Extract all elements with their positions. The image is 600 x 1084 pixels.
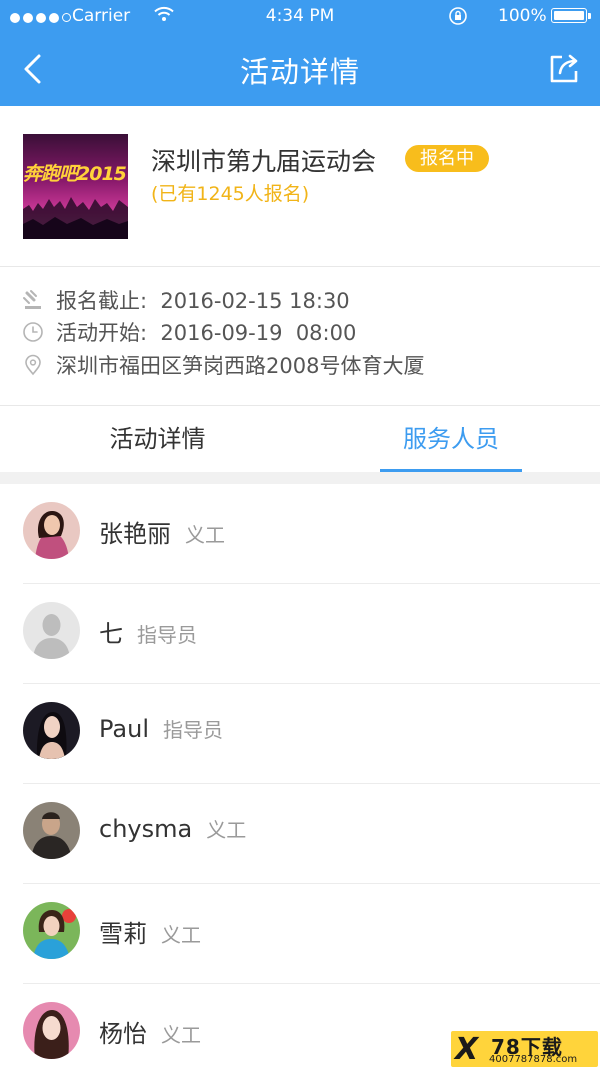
address-text: 深圳市福田区笋岗西路2008号体育大厦	[56, 354, 425, 378]
tab-bar: 活动详情 服务人员	[0, 406, 600, 472]
orientation-lock-icon	[448, 6, 468, 31]
section-divider	[0, 472, 600, 484]
staff-name: 七指导员	[99, 614, 197, 649]
staff-list: 张艳丽 义工 七指导员 Paul 指导员 chysma 义工 雪莉 义工 杨怡 …	[0, 484, 600, 1084]
share-button[interactable]	[544, 48, 584, 88]
start-time-row: 活动开始: 2016-09-19 08:00	[22, 317, 356, 347]
staff-name-text: 张艳丽	[99, 520, 171, 548]
staff-name-text: 杨怡	[99, 1020, 147, 1048]
battery-icon	[551, 8, 591, 23]
avatar	[23, 502, 80, 559]
avatar	[23, 1002, 80, 1059]
share-icon	[550, 54, 578, 83]
staff-role: 义工	[161, 1023, 201, 1047]
avatar	[23, 902, 80, 959]
tab-service-staff[interactable]: 服务人员	[380, 406, 522, 472]
event-thumbnail: 奔跑吧2015	[23, 134, 128, 239]
deadline-row: 报名截止: 2016-02-15 18:30	[22, 285, 350, 315]
watermark-logo-icon: X	[455, 1032, 479, 1067]
event-title: 深圳市第九届运动会	[151, 147, 377, 176]
staff-item[interactable]: chysma 义工	[0, 784, 600, 884]
signup-count: (已有1245人报名)	[151, 183, 310, 205]
avatar	[23, 702, 80, 759]
staff-name-text: 七	[99, 620, 123, 648]
staff-name: Paul 指导员	[99, 714, 223, 743]
gavel-icon	[23, 290, 41, 309]
start-time-text: 活动开始: 2016-09-19 08:00	[56, 321, 357, 345]
staff-item[interactable]: 雪莉 义工	[0, 884, 600, 984]
default-avatar	[23, 602, 80, 659]
watermark-url: 4007787878.com	[489, 1054, 578, 1065]
page-title: 活动详情	[239, 55, 360, 89]
staff-role: 义工	[161, 923, 201, 947]
location-pin-icon	[25, 354, 41, 376]
tab-activity-details[interactable]: 活动详情	[45, 406, 270, 472]
staff-item[interactable]: Paul 指导员	[0, 684, 600, 784]
staff-name-text: chysma	[99, 815, 193, 843]
battery-percent: 100%	[498, 6, 547, 26]
staff-role: 义工	[206, 818, 247, 842]
staff-name-text: Paul	[99, 715, 149, 743]
staff-role: 指导员	[137, 623, 197, 647]
event-summary: 奔跑吧2015 深圳市第九届运动会 报名中 (已有1245人报名)	[0, 106, 600, 267]
staff-name: 杨怡 义工	[99, 1014, 201, 1049]
site-watermark: X 78下载 4007787878.com	[451, 1031, 598, 1067]
clock-icon	[23, 322, 43, 342]
deadline-text: 报名截止: 2016-02-15 18:30	[56, 289, 350, 313]
staff-role: 指导员	[162, 718, 223, 742]
address-row[interactable]: 深圳市福田区笋岗西路2008号体育大厦	[22, 350, 424, 380]
staff-name: 雪莉 义工	[99, 914, 201, 949]
tab-service-staff-label: 服务人员	[403, 425, 499, 453]
top-bar: Carrier 4:34 PM 100% 活动详情	[0, 0, 600, 106]
avatar	[23, 802, 80, 859]
staff-role: 义工	[185, 523, 225, 547]
thumbnail-caption: 奔跑吧2015	[23, 163, 127, 185]
staff-item[interactable]: 七指导员	[0, 584, 600, 684]
status-badge: 报名中	[405, 145, 489, 172]
staff-item[interactable]: 张艳丽 义工	[0, 484, 600, 584]
event-info: 报名截止: 2016-02-15 18:30 活动开始: 2016-09-19 …	[0, 267, 600, 406]
staff-name: 张艳丽 义工	[99, 514, 225, 549]
staff-name: chysma 义工	[99, 814, 246, 843]
staff-name-text: 雪莉	[99, 920, 147, 948]
status-bar: Carrier 4:34 PM 100%	[0, 0, 600, 34]
